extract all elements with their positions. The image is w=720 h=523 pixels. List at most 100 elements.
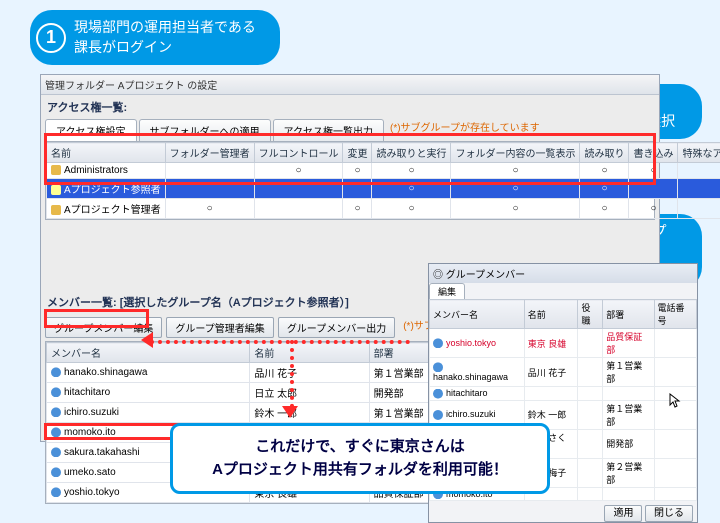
popup-row[interactable]: hitachitaro	[430, 387, 697, 401]
popup-cell	[654, 358, 696, 387]
perm-col[interactable]: フォルダー管理者	[165, 143, 254, 163]
popup-cell: 東京 良雄	[524, 329, 578, 358]
perm-cell	[165, 179, 254, 199]
popup-cell	[578, 487, 603, 501]
perm-cell: ○	[580, 199, 629, 219]
perm-cell: ○	[580, 163, 629, 179]
popup-row[interactable]: hanako.shinagawa品川 花子第１営業部	[430, 358, 697, 387]
perm-col[interactable]: 特殊なアクセス許可	[678, 143, 720, 163]
perm-cell: ○	[165, 199, 254, 219]
perm-row[interactable]: Administrators○○○○○○	[47, 163, 720, 179]
popup-cell	[578, 329, 603, 358]
perm-cell: ○	[372, 179, 451, 199]
popup-cell: hanako.shinagawa	[430, 358, 525, 387]
tab-access-export[interactable]: アクセス権一覧出力	[273, 119, 385, 141]
member-cell: ichiro.suzuki	[47, 403, 250, 423]
perm-col[interactable]: 名前	[47, 143, 166, 163]
perm-cell: ○	[629, 199, 678, 219]
popup-cell	[654, 400, 696, 429]
perm-cell: ○	[343, 199, 372, 219]
popup-cell	[654, 487, 696, 501]
popup-cell	[578, 387, 603, 401]
popup-tab-edit[interactable]: 編集	[429, 283, 465, 299]
perm-row[interactable]: Aプロジェクト参照者○○○	[47, 179, 720, 199]
popup-col[interactable]: 電話番号	[654, 300, 696, 329]
perm-col[interactable]: 変更	[343, 143, 372, 163]
popup-cell: 第２営業部	[603, 458, 654, 487]
perm-col[interactable]: 書き込み	[629, 143, 678, 163]
perm-col[interactable]: 読み取り	[580, 143, 629, 163]
popup-col[interactable]: 名前	[524, 300, 578, 329]
popup-title: ◎ グループメンバー	[429, 264, 697, 283]
tabs-warning: (*)サブグループが存在しています	[386, 119, 540, 141]
perm-cell	[254, 199, 343, 219]
member-cell: 日立 太郎	[250, 383, 369, 403]
popup-col[interactable]: 部署	[603, 300, 654, 329]
popup-cell	[603, 387, 654, 401]
popup-title-text: グループメンバー	[446, 270, 525, 281]
perm-cell: ○	[629, 163, 678, 179]
member-cell: hanako.shinagawa	[47, 363, 250, 383]
perm-cell	[343, 179, 372, 199]
perm-cell	[678, 179, 720, 199]
popup-cell: 第１営業部	[603, 400, 654, 429]
popup-cell: 品川 花子	[524, 358, 578, 387]
export-members-button[interactable]: グループメンバー出力	[278, 317, 395, 338]
perm-cell	[629, 179, 678, 199]
perm-cell: ○	[343, 163, 372, 179]
perm-cell: ○	[372, 163, 451, 179]
popup-cell: 第１営業部	[603, 358, 654, 387]
perm-cell: ○	[451, 199, 580, 219]
perm-cell	[165, 163, 254, 179]
callout-1-num: 1	[36, 23, 66, 53]
perm-col[interactable]: 読み取りと実行	[372, 143, 451, 163]
perm-cell	[678, 163, 720, 179]
popup-col[interactable]: メンバー名	[430, 300, 525, 329]
popup-cell	[654, 429, 696, 458]
popup-row[interactable]: yoshio.tokyo東京 良雄品質保証部	[430, 329, 697, 358]
member-col[interactable]: メンバー名	[47, 343, 250, 363]
perm-cell: ○	[580, 179, 629, 199]
callout-1: 1 現場部門の運用担当者である 課長がログイン	[30, 10, 280, 65]
popup-cell	[603, 487, 654, 501]
tab-subfolder-apply[interactable]: サブフォルダーへの適用	[139, 119, 271, 141]
access-list-label: アクセス権一覧:	[41, 95, 659, 119]
popup-col[interactable]: 役職	[578, 300, 603, 329]
perm-row-name: Aプロジェクト参照者	[47, 179, 166, 199]
popup-cell: 開発部	[603, 429, 654, 458]
popup-cell	[578, 458, 603, 487]
perm-col[interactable]: フォルダー内容の一覧表示	[451, 143, 580, 163]
popup-cell	[654, 387, 696, 401]
perm-row[interactable]: Aプロジェクト管理者○○○○○○	[47, 199, 720, 219]
edit-admins-button[interactable]: グループ管理者編集	[166, 317, 273, 338]
edit-members-button[interactable]: グループメンバー編集	[45, 317, 162, 338]
perm-row-name: Aプロジェクト管理者	[47, 199, 166, 219]
popup-cell	[654, 329, 696, 358]
popup-cell	[524, 387, 578, 401]
popup-cell: hitachitaro	[430, 387, 525, 401]
member-cell: 品川 花子	[250, 363, 369, 383]
permissions-grid[interactable]: 名前フォルダー管理者フルコントロール変更読み取りと実行フォルダー内容の一覧表示読…	[45, 141, 655, 220]
perm-cell: ○	[451, 163, 580, 179]
member-cell: hitachitaro	[47, 383, 250, 403]
member-cell: 鈴木 一郎	[250, 403, 369, 423]
window-title: 管理フォルダー Aプロジェクト の設定	[41, 75, 659, 95]
perm-cell: ○	[254, 163, 343, 179]
perm-cell: ○	[451, 179, 580, 199]
access-tabs: アクセス権設定 サブフォルダーへの適用 アクセス権一覧出力 (*)サブグループが…	[41, 119, 659, 141]
popup-cell	[654, 458, 696, 487]
popup-cell	[578, 429, 603, 458]
popup-cell: yoshio.tokyo	[430, 329, 525, 358]
popup-cell	[578, 358, 603, 387]
perm-cell	[678, 199, 720, 219]
summary-box: これだけで、すぐに東京さんは Aプロジェクト用共有フォルダを利用可能！	[170, 423, 550, 494]
perm-col[interactable]: フルコントロール	[254, 143, 343, 163]
member-col[interactable]: 名前	[250, 343, 369, 363]
popup-cell	[578, 400, 603, 429]
tab-access-settings[interactable]: アクセス権設定	[45, 119, 137, 141]
perm-cell	[254, 179, 343, 199]
perm-row-name: Administrators	[47, 163, 166, 179]
callout-1-text: 現場部門の運用担当者である 課長がログイン	[74, 18, 262, 57]
perm-cell: ○	[372, 199, 451, 219]
popup-cell: 品質保証部	[603, 329, 654, 358]
